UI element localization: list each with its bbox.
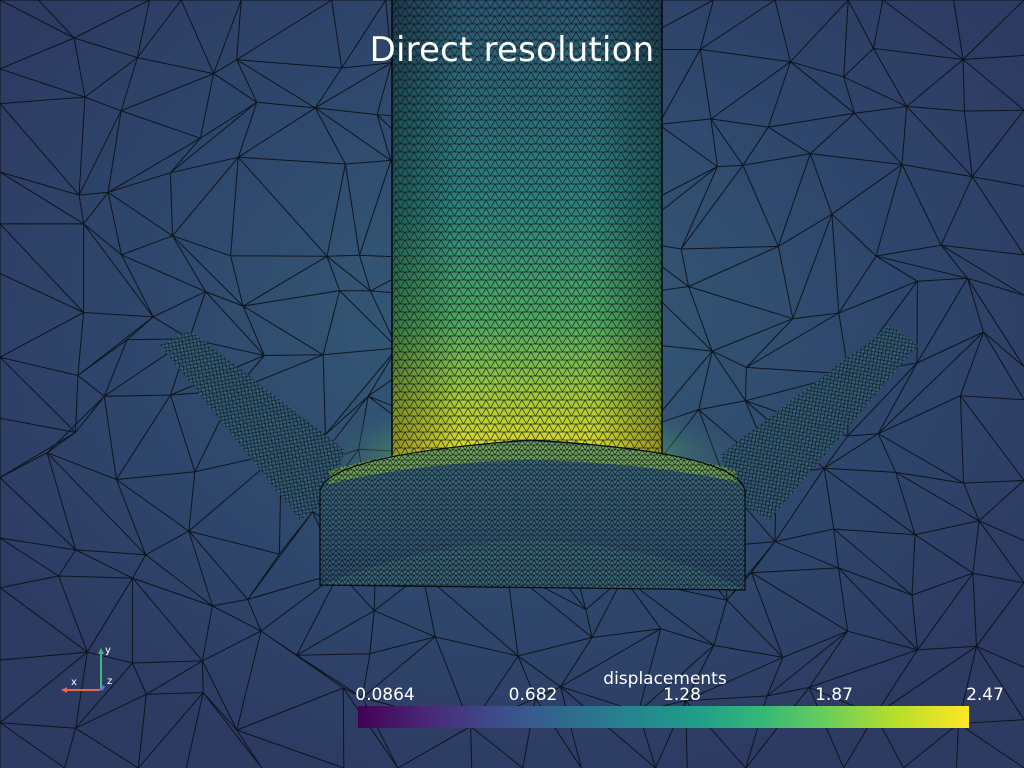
x-axis-arrowhead bbox=[61, 687, 67, 693]
scalar-bar-tick-3: 1.87 bbox=[815, 685, 853, 705]
render-viewport[interactable] bbox=[0, 0, 1024, 768]
scalar-bar-tick-2: 1.28 bbox=[663, 685, 701, 705]
scalar-bar bbox=[358, 706, 969, 728]
scalar-bar-tick-1: 0.682 bbox=[508, 685, 558, 705]
plot-title: Direct resolution bbox=[369, 30, 655, 70]
scalar-bar-tick-0: 0.0864 bbox=[355, 685, 415, 705]
scalar-bar-tick-4: 2.47 bbox=[966, 685, 1004, 705]
disc-mesh bbox=[319, 439, 746, 591]
y-axis-arrowhead bbox=[98, 648, 104, 654]
x-axis-label: x bbox=[71, 677, 77, 688]
orientation-axes-widget[interactable]: x y z bbox=[55, 640, 125, 700]
z-axis-label: z bbox=[107, 676, 112, 687]
y-axis-label: y bbox=[105, 645, 111, 656]
